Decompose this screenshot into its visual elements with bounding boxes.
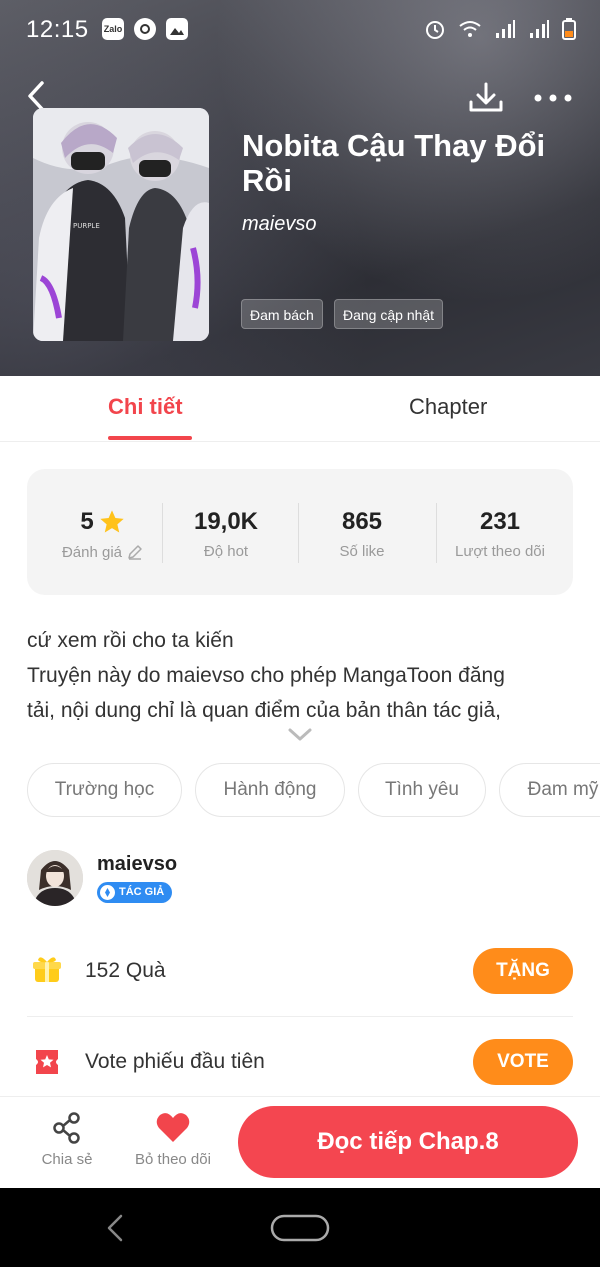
author-badge-label: TÁC GIẢ bbox=[119, 886, 165, 898]
stats-card: 5 Đánh giá 19,0K Độ hot 865 Số like 231 … bbox=[27, 469, 573, 595]
gallery-icon bbox=[166, 18, 188, 40]
author-badge: TÁC GIẢ bbox=[97, 882, 173, 903]
more-options-button[interactable] bbox=[532, 84, 574, 112]
followers-label: Lượt theo dõi bbox=[455, 543, 545, 560]
vote-text: Vote phiếu đầu tiên bbox=[85, 1050, 265, 1073]
status-time: 12:15 bbox=[26, 16, 89, 43]
share-icon bbox=[53, 1112, 80, 1144]
hot-label: Độ hot bbox=[203, 543, 249, 560]
tab-chapter[interactable]: Chapter bbox=[409, 394, 487, 420]
alarm-icon bbox=[426, 21, 444, 39]
notification-icons: Zalo bbox=[102, 18, 188, 40]
genre-chips: Trường học Hành động Tình yêu Đam mỹ bbox=[0, 763, 600, 817]
description-line: Truyện này do maievso cho phép MangaToon… bbox=[27, 664, 505, 687]
gift-button[interactable]: TẶNG bbox=[473, 948, 573, 994]
expand-description-button[interactable] bbox=[287, 726, 313, 744]
gift-count-value: 152 bbox=[85, 959, 121, 982]
author-avatar[interactable] bbox=[27, 850, 83, 906]
stat-rating[interactable]: 5 Đánh giá bbox=[35, 507, 171, 561]
description[interactable]: cứ xem rồi cho ta kiến Truyện này do mai… bbox=[27, 623, 577, 728]
vote-button[interactable]: VOTE bbox=[473, 1039, 573, 1085]
genre-chip[interactable]: Tình yêu bbox=[358, 763, 486, 817]
stat-hot: 19,0K Độ hot bbox=[158, 507, 294, 560]
author-badge-icon bbox=[100, 885, 115, 900]
gift-icon bbox=[32, 955, 62, 985]
hot-value: 19,0K bbox=[193, 508, 259, 535]
gift-count: 152 Quà bbox=[85, 959, 166, 983]
stat-followers: 231 Lượt theo dõi bbox=[432, 507, 568, 560]
followers-value: 231 bbox=[479, 508, 521, 535]
signal-icon bbox=[530, 20, 549, 38]
system-navigation-bar bbox=[0, 1188, 600, 1267]
unfollow-button[interactable]: Bỏ theo dõi bbox=[128, 1111, 218, 1168]
messenger-icon bbox=[134, 18, 156, 40]
tag-genre[interactable]: Đam bách bbox=[241, 299, 323, 329]
rating-label: Đánh giá bbox=[61, 543, 123, 561]
battery-icon bbox=[562, 18, 576, 40]
tab-details[interactable]: Chi tiết bbox=[108, 394, 183, 420]
download-icon bbox=[469, 82, 503, 112]
divider bbox=[27, 1016, 573, 1017]
heart-icon bbox=[156, 1113, 190, 1142]
chevron-down-icon bbox=[288, 728, 312, 741]
nav-home-icon[interactable] bbox=[270, 1214, 330, 1242]
likes-label: Số like bbox=[339, 543, 385, 560]
signal-icon bbox=[496, 20, 515, 38]
genre-chip[interactable]: Trường học bbox=[27, 763, 182, 817]
download-button[interactable] bbox=[466, 78, 506, 118]
tag-status: Đang cập nhật bbox=[334, 299, 444, 329]
wifi-icon bbox=[459, 21, 481, 37]
gift-count-unit: Quà bbox=[125, 959, 166, 982]
tab-bar: Chi tiết Chapter bbox=[0, 376, 600, 442]
manga-author[interactable]: maievso bbox=[242, 213, 316, 236]
edit-icon bbox=[128, 545, 142, 560]
genre-chip[interactable]: Hành động bbox=[195, 763, 345, 817]
rating-value: 5 bbox=[80, 508, 94, 535]
manga-header: 12:15 Zalo PURPLE Nobita Cậu Thay Đổi Rồ… bbox=[0, 0, 600, 376]
description-line: tải, nội dung chỉ là quan điểm của bản t… bbox=[27, 699, 501, 722]
star-icon bbox=[100, 510, 124, 533]
nav-back-icon[interactable] bbox=[104, 1214, 126, 1242]
status-bar: 12:15 Zalo bbox=[0, 0, 600, 60]
unfollow-label: Bỏ theo dõi bbox=[135, 1151, 211, 1168]
genre-chip[interactable]: Đam mỹ bbox=[499, 763, 600, 817]
manga-title: Nobita Cậu Thay Đổi Rồi bbox=[242, 128, 546, 198]
stat-likes: 865 Số like bbox=[294, 507, 430, 560]
likes-value: 865 bbox=[341, 508, 383, 535]
share-button[interactable]: Chia sẻ bbox=[36, 1111, 98, 1168]
bottom-action-bar: Chia sẻ Bỏ theo dõi Đọc tiếp Chap.8 bbox=[0, 1096, 600, 1188]
author-name[interactable]: maievso bbox=[97, 853, 177, 876]
vote-ticket-icon bbox=[32, 1047, 62, 1077]
continue-reading-button[interactable]: Đọc tiếp Chap.8 bbox=[238, 1106, 578, 1178]
cover-image[interactable]: PURPLE bbox=[33, 108, 209, 341]
more-dots-icon bbox=[534, 94, 572, 102]
share-label: Chia sẻ bbox=[41, 1151, 93, 1168]
zalo-icon: Zalo bbox=[102, 18, 124, 40]
active-tab-indicator bbox=[108, 436, 192, 440]
system-icons bbox=[424, 18, 576, 40]
cover-text: PURPLE bbox=[73, 222, 100, 230]
description-line: cứ xem rồi cho ta kiến bbox=[27, 629, 234, 652]
